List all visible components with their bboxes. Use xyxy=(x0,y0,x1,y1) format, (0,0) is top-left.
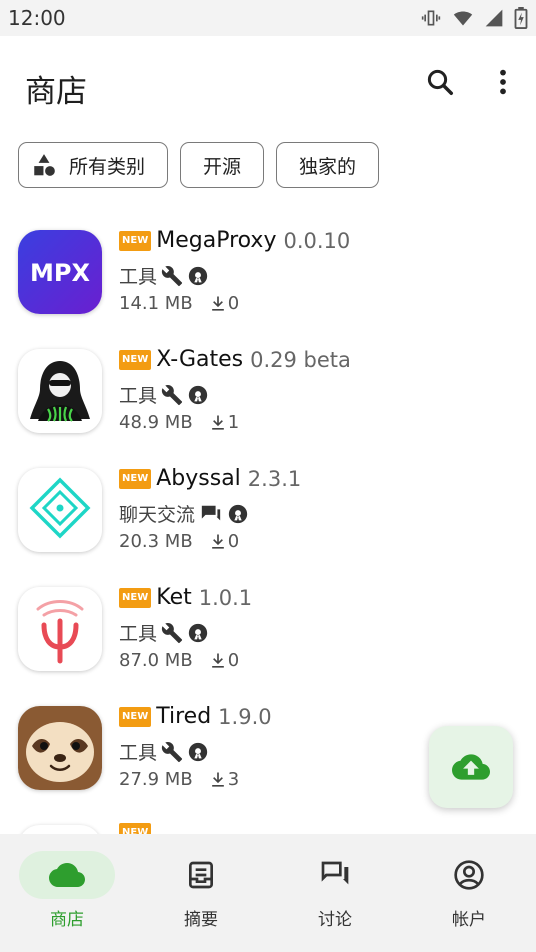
nav-account[interactable]: 帐户 xyxy=(402,834,536,952)
app-list-item[interactable]: MPX NEW MegaProxy 0.0.10 工具 14.1 MB 0 xyxy=(0,214,536,333)
open-source-icon xyxy=(188,385,208,404)
app-list-item[interactable]: NEW Ket 1.0.1 工具 87.0 MB 0 xyxy=(0,571,536,690)
app-size: 27.9 MB xyxy=(119,769,193,790)
wrench-icon xyxy=(161,384,183,405)
open-source-icon xyxy=(228,504,248,523)
app-size: 20.3 MB xyxy=(119,531,193,552)
chip-label: 独家的 xyxy=(299,155,357,178)
wrench-icon xyxy=(161,265,183,286)
app-category: 工具 xyxy=(119,623,158,645)
app-icon-text: MPX xyxy=(30,259,90,287)
app-size: 87.0 MB xyxy=(119,650,193,671)
search-button[interactable] xyxy=(424,66,456,98)
battery-icon xyxy=(514,7,528,29)
nav-store[interactable]: 商店 xyxy=(0,834,134,952)
signal-icon xyxy=(485,9,503,27)
download-icon xyxy=(211,415,224,430)
open-source-icon xyxy=(188,266,208,285)
app-category: 工具 xyxy=(119,266,158,288)
new-badge: NEW xyxy=(119,706,152,727)
new-badge: NEW xyxy=(119,349,152,370)
category-shapes-icon xyxy=(31,152,57,178)
nav-discussion[interactable]: 讨论 xyxy=(268,834,402,952)
app-version: 2.3.1 xyxy=(247,466,302,491)
app-category: 工具 xyxy=(119,742,158,764)
nav-label: 商店 xyxy=(50,910,84,930)
app-name: MegaProxy xyxy=(156,228,277,253)
app-name: Tired xyxy=(156,704,212,729)
app-list-item-partial[interactable]: NEW xyxy=(0,809,536,834)
account-icon xyxy=(454,860,484,890)
app-icon-abyssal xyxy=(18,468,102,552)
app-icon-megaproxy: MPX xyxy=(18,230,102,314)
chip-label: 开源 xyxy=(203,155,242,178)
app-size: 14.1 MB xyxy=(119,293,193,314)
app-size: 48.9 MB xyxy=(119,412,193,433)
new-badge: NEW xyxy=(119,468,152,489)
app-category: 工具 xyxy=(119,385,158,407)
app-version: 1.9.0 xyxy=(218,704,272,729)
nav-label: 讨论 xyxy=(318,910,352,930)
app-name: X-Gates xyxy=(156,347,244,372)
app-name: Abyssal xyxy=(156,466,241,491)
app-downloads: 3 xyxy=(227,769,240,790)
wrench-icon xyxy=(161,741,183,762)
app-bar: 商店 xyxy=(0,36,536,132)
new-badge: NEW xyxy=(119,823,152,834)
chip-open-source[interactable]: 开源 xyxy=(180,142,265,188)
nav-feed[interactable]: 摘要 xyxy=(134,834,268,952)
filter-chips: 所有类别 开源 独家的 xyxy=(18,142,380,188)
app-category: 聊天交流 xyxy=(119,504,196,526)
more-vert-icon xyxy=(500,69,506,95)
download-icon xyxy=(211,653,224,668)
status-time: 12:00 xyxy=(8,6,66,30)
download-icon xyxy=(211,534,224,549)
bottom-navigation: 商店 摘要 讨论 帐户 xyxy=(0,834,536,952)
app-downloads: 0 xyxy=(227,531,240,552)
open-source-icon xyxy=(188,623,208,642)
status-icons xyxy=(420,7,528,29)
status-bar: 12:00 xyxy=(0,0,536,36)
app-version: 0.0.10 xyxy=(283,228,351,253)
app-downloads: 0 xyxy=(227,650,240,671)
app-version: 1.0.1 xyxy=(198,585,253,610)
vibrate-icon xyxy=(421,10,441,26)
app-icon-x-gates xyxy=(18,349,102,433)
forum-icon xyxy=(321,861,349,885)
wrench-icon xyxy=(161,622,183,643)
cloud-icon xyxy=(49,863,85,887)
app-downloads: 0 xyxy=(227,293,240,314)
nav-label: 帐户 xyxy=(452,910,486,930)
app-list-item[interactable]: NEW X-Gates 0.29 beta 工具 48.9 MB 1 xyxy=(0,333,536,452)
chat-icon xyxy=(201,505,221,520)
search-icon xyxy=(427,69,453,95)
chip-exclusive[interactable]: 独家的 xyxy=(276,142,380,188)
app-name: Ket xyxy=(156,585,192,610)
app-icon-ket xyxy=(18,587,102,671)
new-badge: NEW xyxy=(119,587,152,608)
chip-all-categories[interactable]: 所有类别 xyxy=(18,142,169,188)
wifi-icon xyxy=(453,11,473,26)
page-title: 商店 xyxy=(25,74,87,110)
app-version: 0.29 beta xyxy=(250,347,351,372)
app-icon-tired xyxy=(18,706,102,790)
download-icon xyxy=(211,772,224,787)
feed-icon xyxy=(189,861,213,889)
download-icon xyxy=(211,296,224,311)
cloud-upload-icon xyxy=(452,754,490,780)
app-list-item[interactable]: NEW Abyssal 2.3.1 聊天交流 20.3 MB 0 xyxy=(0,452,536,571)
new-badge: NEW xyxy=(119,230,152,251)
nav-label: 摘要 xyxy=(184,910,218,930)
chip-label: 所有类别 xyxy=(69,155,146,178)
open-source-icon xyxy=(188,742,208,761)
app-downloads: 1 xyxy=(227,412,240,433)
overflow-menu-button[interactable] xyxy=(487,66,519,98)
app-icon-partial xyxy=(18,825,102,834)
upload-fab[interactable] xyxy=(429,726,513,808)
